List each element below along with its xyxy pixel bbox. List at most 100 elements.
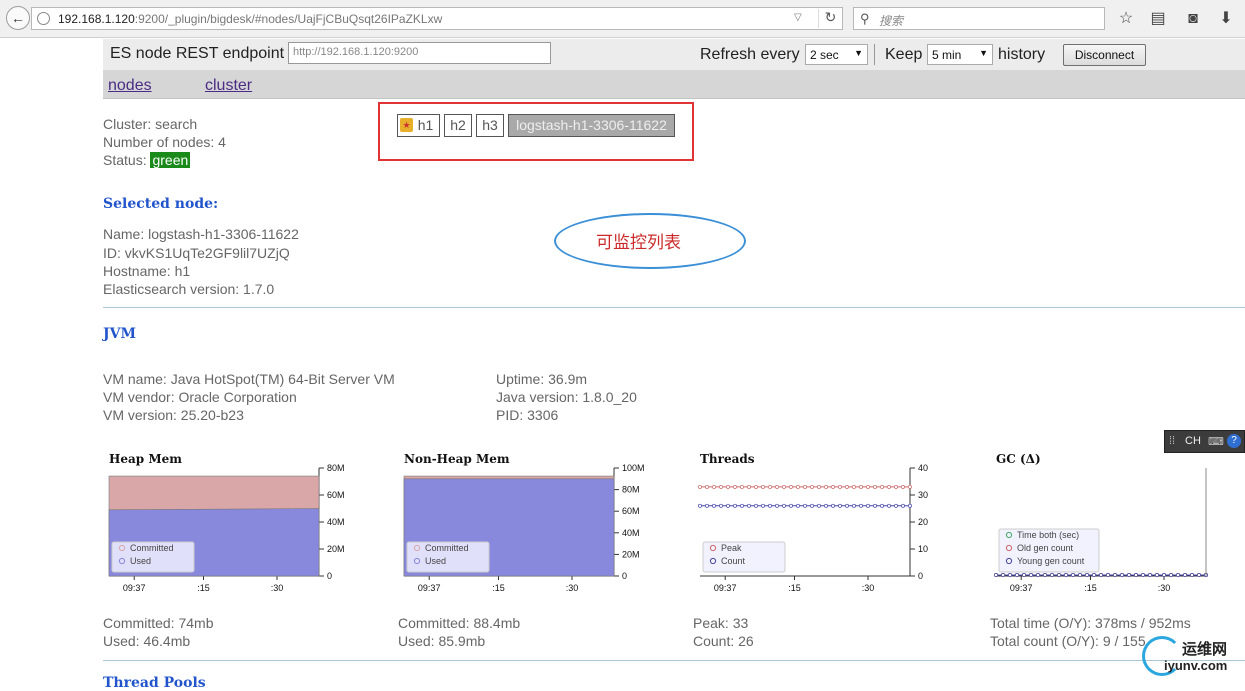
- data-point: [1183, 573, 1187, 577]
- x-tick-label: :15: [197, 583, 210, 593]
- data-point: [698, 484, 702, 489]
- data-point: [1127, 573, 1131, 577]
- data-point: [866, 484, 870, 489]
- data-point: [824, 503, 828, 508]
- legend-label: Young gen count: [1017, 556, 1085, 566]
- data-point: [817, 503, 821, 508]
- refresh-select[interactable]: 2 sec ▼: [805, 44, 868, 65]
- section-divider: [103, 660, 1245, 661]
- keep-select[interactable]: 5 min ▼: [927, 44, 993, 65]
- legend-label: Count: [721, 556, 746, 566]
- annotation-text: 可监控列表: [596, 233, 681, 252]
- data-point: [754, 503, 758, 508]
- y-tick-label: 40M: [327, 517, 345, 527]
- y-tick-label: 40M: [622, 528, 640, 538]
- heap-used: Used: 46.4mb: [103, 633, 191, 649]
- data-point: [1015, 573, 1019, 577]
- threads-peak: Peak: 33: [693, 615, 749, 631]
- node-button-h3[interactable]: h3: [476, 114, 504, 137]
- grip-icon[interactable]: ⁞⁞: [1169, 435, 1175, 447]
- heap-committed: Committed: 74mb: [103, 615, 214, 631]
- data-point: [852, 484, 856, 489]
- threads-chart: 09:37:15:30 0 10 20 30 40 Peak Count: [698, 463, 928, 593]
- section-divider: [103, 307, 1245, 308]
- input-method-toolbar[interactable]: ⁞⁞ CH ⌨ ?: [1164, 430, 1245, 453]
- chevron-down-icon[interactable]: ▽: [794, 12, 802, 23]
- pid: PID: 3306: [496, 407, 559, 423]
- nonheap-used: Used: 85.9mb: [398, 633, 486, 649]
- search-input[interactable]: ⚲ 搜索: [853, 7, 1105, 30]
- dropdown-arrow-icon: ▼: [854, 48, 863, 58]
- pocket-icon[interactable]: ◙: [1183, 9, 1203, 29]
- node-count: Number of nodes: 4: [103, 134, 226, 150]
- endpoint-input[interactable]: http://192.168.1.120:9200: [288, 42, 551, 64]
- gc-total-time: Total time (O/Y): 378ms / 952ms: [990, 615, 1191, 631]
- master-node-icon: ★: [400, 118, 413, 132]
- data-point: [859, 503, 863, 508]
- y-tick-label: 60M: [327, 490, 345, 500]
- data-point: [698, 503, 702, 508]
- back-arrow-icon[interactable]: ←: [6, 6, 30, 30]
- vm-name: VM name: Java HotSpot(TM) 64-Bit Server …: [103, 371, 395, 387]
- legend-label: Time both (sec): [1017, 530, 1079, 540]
- history-label: history: [998, 46, 1046, 63]
- node-button-h2[interactable]: h2: [444, 114, 472, 137]
- node-button-logstash[interactable]: logstash-h1-3306-11622: [508, 114, 675, 137]
- url-text: 192.168.1.120:9200/_plugin/bigdesk/#node…: [58, 12, 443, 26]
- data-point: [803, 484, 807, 489]
- data-point: [747, 484, 751, 489]
- data-point: [1029, 573, 1033, 577]
- data-point: [1106, 573, 1110, 577]
- data-point: [894, 503, 898, 508]
- address-bar[interactable]: 192.168.1.120:9200/_plugin/bigdesk/#node…: [31, 7, 843, 30]
- uptime: Uptime: 36.9m: [496, 371, 588, 387]
- y-tick-label: 60M: [622, 506, 640, 516]
- data-point: [1071, 573, 1075, 577]
- y-tick-label: 100M: [622, 463, 645, 473]
- data-point: [1064, 573, 1068, 577]
- data-point: [838, 503, 842, 508]
- endpoint-label: ES node REST endpoint: [110, 45, 285, 62]
- data-point: [1148, 573, 1152, 577]
- data-point: [761, 484, 765, 489]
- data-point: [740, 503, 744, 508]
- node-name: Name: logstash-h1-3306-11622: [103, 226, 299, 242]
- node-button-h1[interactable]: ★ h1: [397, 114, 440, 137]
- help-icon[interactable]: ?: [1227, 434, 1241, 448]
- keyboard-icon[interactable]: ⌨: [1208, 435, 1224, 448]
- data-point: [768, 503, 772, 508]
- data-point: [712, 503, 716, 508]
- data-point: [719, 484, 723, 489]
- watermark-en: iyunv.com: [1164, 658, 1228, 673]
- data-point: [733, 503, 737, 508]
- data-point: [817, 484, 821, 489]
- data-point: [845, 503, 849, 508]
- data-point: [768, 484, 772, 489]
- bookmark-star-icon[interactable]: ☆: [1116, 9, 1136, 29]
- data-point: [838, 484, 842, 489]
- ime-language[interactable]: CH: [1185, 435, 1201, 447]
- data-point: [1155, 573, 1159, 577]
- data-point: [754, 484, 758, 489]
- vm-version: VM version: 25.20-b23: [103, 407, 244, 423]
- browser-toolbar: ← 192.168.1.120:9200/_plugin/bigdesk/#no…: [0, 0, 1245, 38]
- disconnect-button[interactable]: Disconnect: [1063, 44, 1146, 66]
- nav-link-nodes[interactable]: nodes: [108, 77, 152, 95]
- cluster-name: Cluster: search: [103, 116, 198, 132]
- refresh-value: 2 sec: [810, 48, 839, 62]
- gc-chart: 09:37:15:30 Time both (sec) Old gen count Y…: [994, 468, 1208, 593]
- nav-link-cluster[interactable]: cluster: [205, 77, 252, 95]
- x-tick-label: 09:37: [714, 583, 737, 593]
- data-point: [1078, 573, 1082, 577]
- download-icon[interactable]: ⬇: [1216, 9, 1236, 29]
- y-tick-label: 30: [918, 490, 928, 500]
- y-tick-label: 20M: [327, 544, 345, 554]
- data-point: [1057, 573, 1061, 577]
- y-tick-label: 10: [918, 544, 928, 554]
- x-tick-label: 09:37: [418, 583, 441, 593]
- keep-value: 5 min: [932, 48, 962, 62]
- reading-list-icon[interactable]: ▤: [1148, 9, 1168, 29]
- selected-node-title: Selected node:: [103, 196, 219, 212]
- data-point: [1197, 573, 1201, 577]
- reload-icon[interactable]: ↻: [818, 9, 842, 28]
